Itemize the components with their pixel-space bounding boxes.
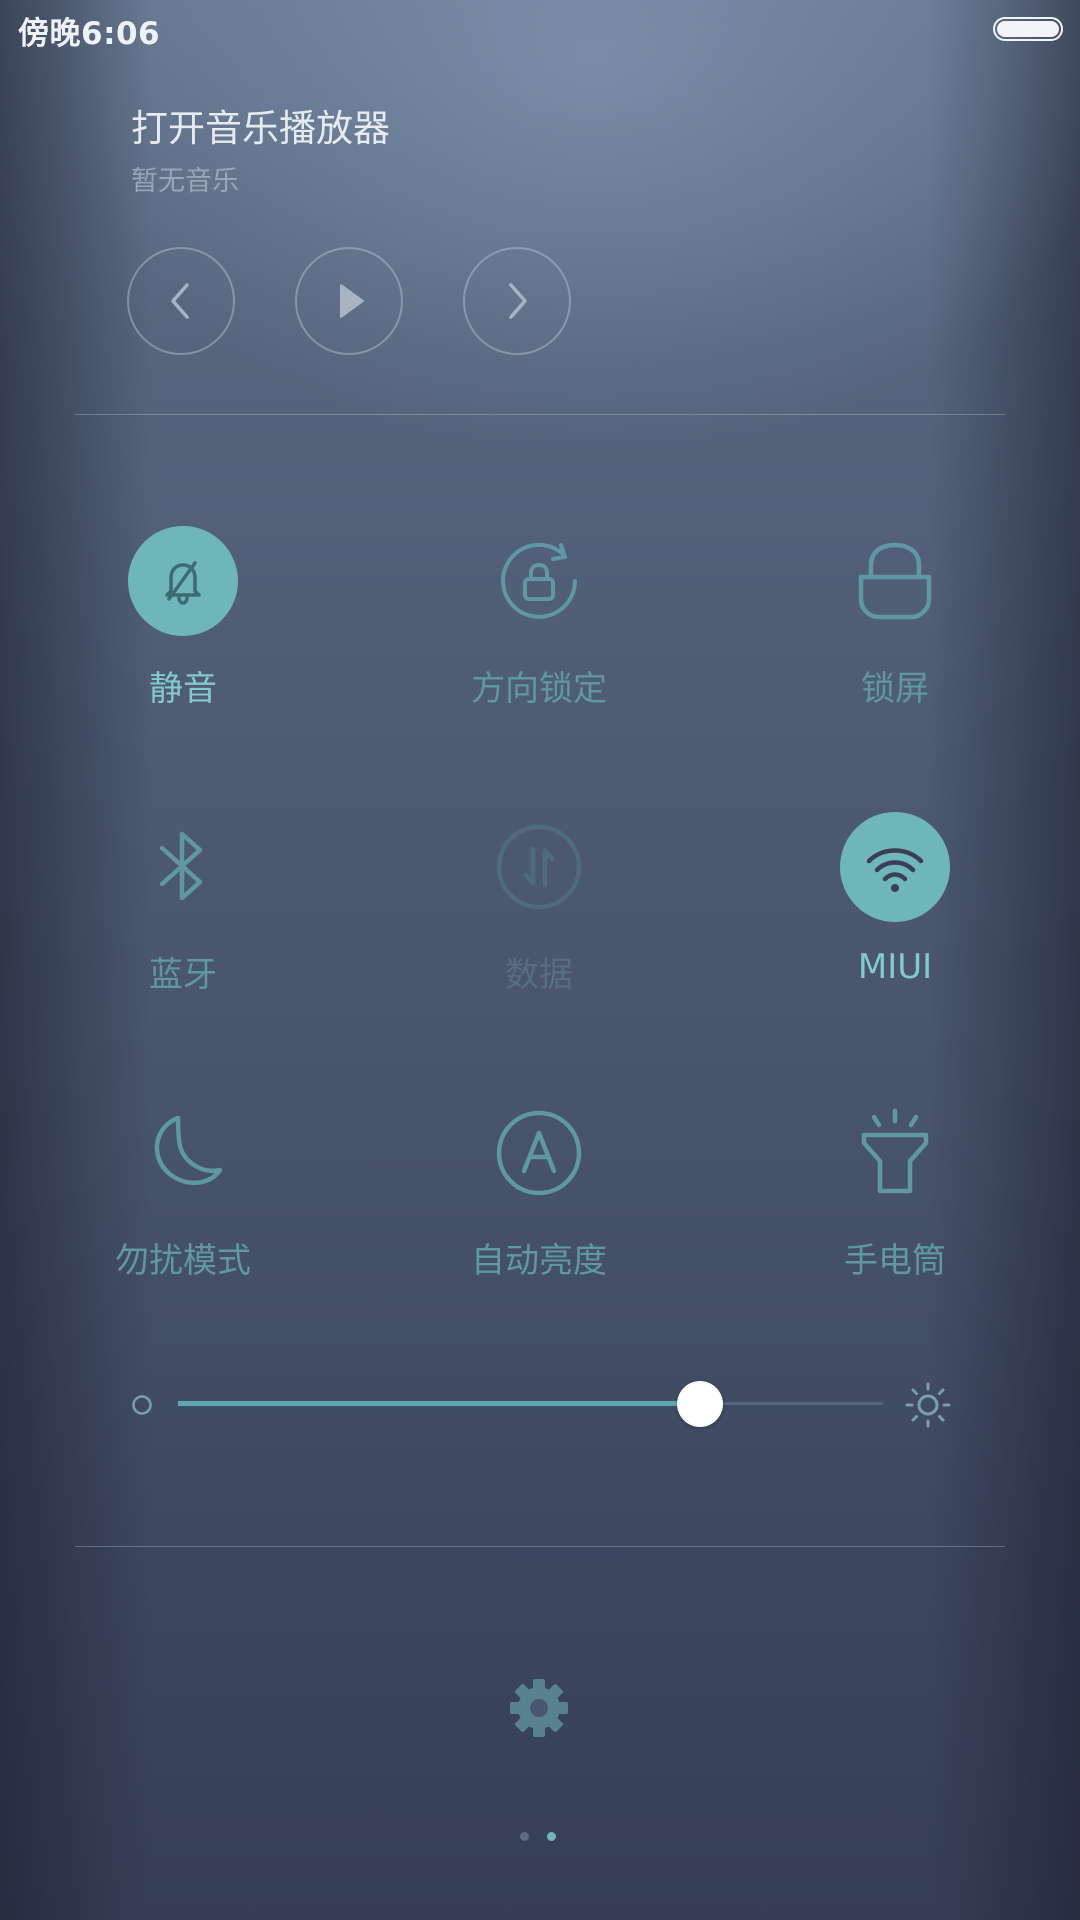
status-time: 傍晚6:06 [18, 16, 161, 52]
chevron-right-icon [509, 283, 527, 319]
page-dot [547, 1832, 556, 1841]
toggle-auto-brightness-label: 自动亮度 [471, 1241, 607, 1281]
music-player-title[interactable]: 打开音乐播放器 [131, 98, 390, 152]
rotation-lock-icon [484, 526, 594, 636]
toggle-wifi-label: MIUI [857, 947, 933, 987]
toggle-wifi[interactable]: MIUI [780, 812, 1010, 992]
toggle-do-not-disturb-label: 勿扰模式 [115, 1241, 251, 1281]
previous-track-button[interactable] [127, 247, 235, 355]
toggle-rotation-lock-label: 方向锁定 [471, 669, 607, 709]
toggle-bluetooth[interactable]: 蓝牙 [68, 812, 298, 995]
wifi-icon [840, 812, 950, 922]
music-player-subtitle: 暂无音乐 [131, 166, 239, 197]
toggle-lock-screen-label: 锁屏 [861, 669, 929, 709]
settings-button[interactable] [506, 1675, 572, 1741]
play-icon [340, 284, 364, 318]
toggle-flashlight[interactable]: 手电筒 [780, 1098, 1010, 1281]
toggle-rotation-lock[interactable]: 方向锁定 [424, 526, 654, 709]
next-track-button[interactable] [463, 247, 571, 355]
toggle-mobile-data-label: 数据 [505, 955, 573, 995]
toggle-bluetooth-label: 蓝牙 [149, 955, 217, 995]
toggle-auto-brightness[interactable]: 自动亮度 [424, 1098, 654, 1281]
page-indicator [520, 1832, 556, 1841]
toggle-silent[interactable]: 静音 [68, 526, 298, 709]
lock-icon [840, 526, 950, 636]
divider-bottom [75, 1546, 1005, 1547]
toggle-mobile-data[interactable]: 数据 [424, 812, 654, 995]
chevron-left-icon [171, 283, 189, 319]
toggle-lock-screen[interactable]: 锁屏 [780, 526, 1010, 709]
flashlight-icon [840, 1098, 950, 1208]
auto-brightness-icon [484, 1098, 594, 1208]
toggle-do-not-disturb[interactable]: 勿扰模式 [68, 1098, 298, 1281]
moon-icon [128, 1098, 238, 1208]
divider-top [75, 414, 1005, 415]
gear-icon [510, 1679, 568, 1737]
brightness-low-icon [131, 1394, 153, 1416]
play-button[interactable] [295, 247, 403, 355]
brightness-high-icon [903, 1380, 953, 1430]
battery-icon [993, 17, 1063, 41]
brightness-slider-thumb[interactable] [676, 1381, 723, 1427]
brightness-fill [178, 1401, 700, 1406]
mobile-data-icon [484, 812, 594, 922]
page-dot [520, 1832, 529, 1841]
toggle-silent-label: 静音 [149, 669, 217, 709]
toggle-flashlight-label: 手电筒 [844, 1241, 946, 1281]
bluetooth-icon [128, 812, 238, 922]
silent-bell-icon [128, 526, 238, 636]
